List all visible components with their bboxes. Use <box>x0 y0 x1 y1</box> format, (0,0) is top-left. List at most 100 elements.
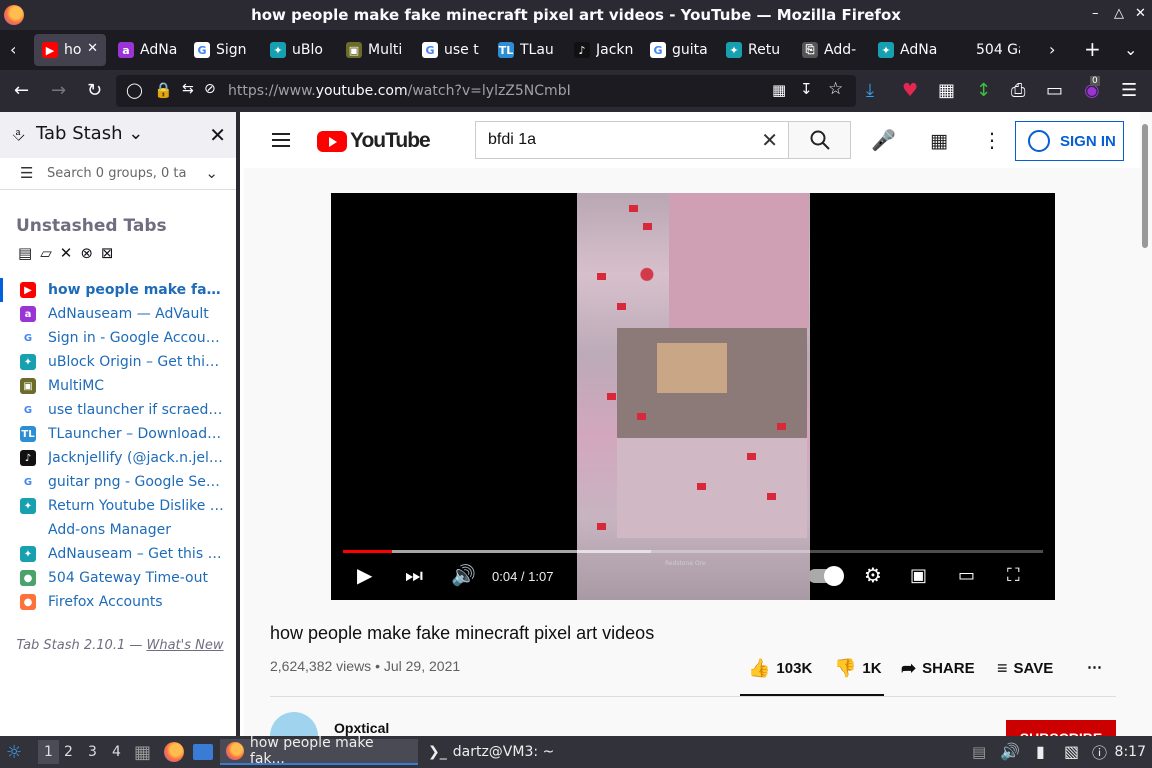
dislike-button[interactable]: 👎 1K <box>834 658 882 679</box>
microphone-icon[interactable]: 🎤 <box>871 128 896 152</box>
workspace-1[interactable]: 1 <box>38 740 59 764</box>
browser-tab[interactable]: ⎘ Add- <box>794 34 868 66</box>
forward-icon[interactable]: → <box>51 80 66 101</box>
theater-mode-icon[interactable]: ▭ <box>958 565 975 586</box>
desktop-icon[interactable] <box>193 744 213 760</box>
whats-new-link[interactable]: What's New <box>147 638 224 653</box>
autoplay-toggle[interactable] <box>808 566 844 586</box>
browser-tab[interactable]: ✦ AdNa <box>870 34 944 66</box>
scrollbar-thumb[interactable] <box>1142 124 1148 248</box>
browser-tab[interactable]: ♪ Jackn <box>566 34 640 66</box>
task-firefox[interactable]: how people make fak... <box>220 735 418 767</box>
save-button[interactable]: ≡ SAVE <box>997 658 1053 679</box>
sidebar-tab-item[interactable]: ● Firefox Accounts <box>0 590 236 614</box>
url-bar[interactable]: ◯ 🔒 ⇆ ⊘ https://www.youtube.com/watch?v=… <box>116 75 856 107</box>
scroll-tabs-left-icon[interactable]: ‹ <box>10 40 16 59</box>
browser-tab[interactable]: a AdNa <box>110 34 184 66</box>
screenshot-icon[interactable]: ▭ <box>1046 80 1063 101</box>
video-player[interactable]: Redstone Ore ▶ ⏭ 🔊 0:04 / 1:07 ⚙ ▣ ▭ ⛶ <box>331 193 1055 600</box>
settings-dots-icon[interactable]: ⋮ <box>982 128 1002 152</box>
sidebar-tab-item[interactable]: Add-ons Manager <box>0 518 236 542</box>
firefox-launcher-icon[interactable] <box>164 742 184 762</box>
browser-tab[interactable]: ▶ ho ✕ <box>34 34 106 66</box>
app-menu-icon[interactable]: ☰ <box>1121 80 1137 101</box>
scroll-tabs-right-icon[interactable]: › <box>1049 40 1055 59</box>
sidebar-tab-item[interactable]: ✦ uBlock Origin – Get this Extension <box>0 350 236 374</box>
task-terminal[interactable]: ❯_ dartz@VM3: ~ <box>422 739 560 765</box>
sidebar-menu-icon[interactable]: ☰ <box>20 164 33 182</box>
close-tab-icon[interactable]: ✕ <box>87 41 98 56</box>
network-tray-icon[interactable]: ▧ <box>1064 742 1079 761</box>
youtube-logo[interactable]: YouTube <box>317 129 431 153</box>
sidebar-tab-item[interactable]: ▶ how people make fake minecraft pixel ar… <box>0 278 236 302</box>
sidebar-tab-item[interactable]: ▣ MultiMC <box>0 374 236 398</box>
close-window-icon[interactable]: ✕ <box>1135 6 1146 21</box>
extension-icon[interactable]: ♥ <box>902 80 918 101</box>
workspace-4[interactable]: 4 <box>112 744 121 760</box>
browser-tab[interactable]: ✦ Retu <box>718 34 792 66</box>
start-menu-icon[interactable]: ☼ <box>6 742 22 763</box>
apps-grid-icon[interactable]: ▦ <box>930 130 948 152</box>
bookmark-star-icon[interactable]: ☆ <box>828 79 843 99</box>
stash-one-icon[interactable]: ▱ <box>40 244 52 262</box>
maximize-icon[interactable]: △ <box>1114 6 1124 21</box>
workspace-3[interactable]: 3 <box>88 744 97 760</box>
share-button[interactable]: ➦ SHARE <box>901 658 975 679</box>
new-tab-icon[interactable]: + <box>1084 37 1101 61</box>
reload-icon[interactable]: ↻ <box>87 80 102 101</box>
volume-tray-icon[interactable]: 🔊 <box>1000 742 1020 761</box>
more-actions-icon[interactable]: ⋯ <box>1087 658 1102 676</box>
progress-bar[interactable] <box>343 550 1043 553</box>
print-icon[interactable]: ⎙ <box>1011 80 1025 101</box>
browser-tab[interactable]: ▣ Multi <box>338 34 412 66</box>
next-icon[interactable]: ⏭ <box>405 563 423 587</box>
sidebar-tab-item[interactable]: Gguitar png - Google Search <box>0 470 236 494</box>
notes-tray-icon[interactable]: ▮ <box>1036 742 1045 761</box>
sidebar-tab-item[interactable]: ● 504 Gateway Time-out <box>0 566 236 590</box>
save-to-pocket-icon[interactable]: ↧ <box>800 80 813 98</box>
close-sidebar-icon[interactable]: ✕ <box>209 123 226 147</box>
permissions-icon[interactable]: ⇆ <box>182 81 194 97</box>
fullscreen-icon[interactable]: ⛶ <box>1007 565 1020 586</box>
close-tabs-icon[interactable]: ✕ <box>60 244 73 262</box>
like-button[interactable]: 👍 103K <box>748 658 812 679</box>
sidebar-tab-item[interactable]: ♪ Jacknjellify (@jack.n.jellify) <box>0 446 236 470</box>
clear-search-icon[interactable]: ✕ <box>761 128 778 152</box>
autoplay-blocked-icon[interactable]: ⊘ <box>204 81 216 97</box>
sidebar-tab-item[interactable]: a AdNauseam — AdVault <box>0 302 236 326</box>
browser-tab[interactable]: Gguita <box>642 34 716 66</box>
downloads-icon[interactable]: ⤓ <box>866 80 874 101</box>
miniplayer-icon[interactable]: ▣ <box>910 565 927 586</box>
browser-tab[interactable]: ✦ uBlo <box>262 34 336 66</box>
stash-all-icon[interactable]: ▤ <box>18 244 32 262</box>
channel-name[interactable]: Opxtical <box>334 720 389 736</box>
arrow-extension-icon[interactable]: ↕ <box>976 80 991 101</box>
file-manager-icon[interactable]: ▦ <box>134 742 151 763</box>
settings-gear-icon[interactable]: ⚙ <box>864 563 882 587</box>
minimize-icon[interactable]: – <box>1092 6 1099 21</box>
url-text[interactable]: https://www.youtube.com/watch?v=lylzZ5NC… <box>228 83 571 99</box>
browser-tab[interactable]: Guse t <box>414 34 488 66</box>
sidebar-search-input[interactable]: Search 0 groups, 0 ta <box>47 166 186 181</box>
subscribe-button[interactable]: SUBSCRIBE <box>1006 720 1116 736</box>
clipboard-icon[interactable]: ▤ <box>972 743 986 761</box>
browser-tab[interactable]: TL TLau <box>490 34 564 66</box>
lock-icon[interactable]: 🔒 <box>154 81 173 99</box>
sidebar-tab-item[interactable]: TL TLauncher – Download Minecraft <box>0 422 236 446</box>
close-all-icon[interactable]: ⊠ <box>101 244 114 262</box>
collapse-all-icon[interactable]: ⌄ <box>205 164 218 182</box>
page-scrollbar[interactable] <box>1140 112 1152 736</box>
play-icon[interactable]: ▶ <box>357 563 372 587</box>
sidebar-tab-item[interactable]: Guse tlauncher if scraed to pay <box>0 398 236 422</box>
sidebar-tab-item[interactable]: G Sign in - Google Accounts <box>0 326 236 350</box>
close-stashed-icon[interactable]: ⊗ <box>80 244 93 262</box>
workspace-2[interactable]: 2 <box>64 744 73 760</box>
search-input[interactable] <box>488 131 748 149</box>
sign-in-button[interactable]: SIGN IN <box>1015 121 1124 161</box>
browser-tab[interactable]: G Sign <box>186 34 260 66</box>
search-box[interactable]: ✕ <box>475 121 788 159</box>
list-all-tabs-icon[interactable]: ⌄ <box>1124 40 1137 59</box>
notification-tray-icon[interactable]: ⓘ <box>1092 742 1107 763</box>
volume-icon[interactable]: 🔊 <box>451 563 476 587</box>
browser-tab[interactable]: 504 Gat <box>946 34 1020 66</box>
